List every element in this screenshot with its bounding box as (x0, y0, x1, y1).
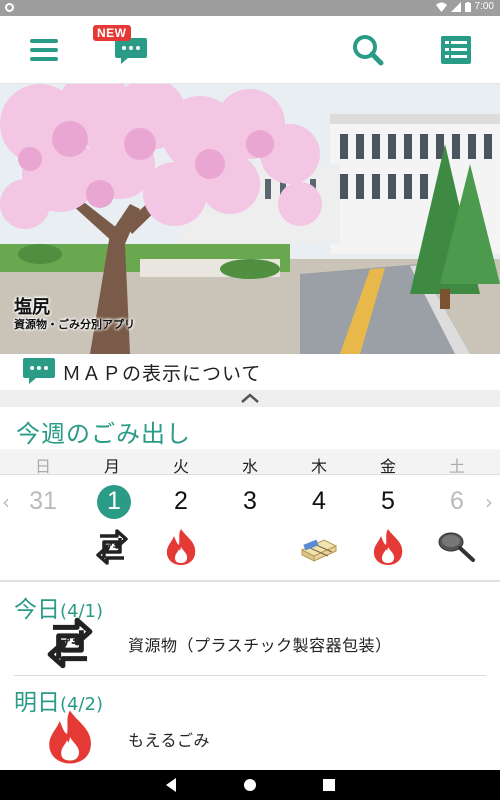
status-time: 7:00 (474, 1, 494, 12)
burnable-flame-icon (49, 710, 91, 764)
hero-title: 塩尻 (14, 297, 50, 318)
dow-mon: 月 (103, 457, 120, 476)
chat-bubble-icon (23, 358, 55, 384)
battery-icon (464, 1, 471, 12)
recents-icon[interactable] (322, 777, 336, 793)
fri-collection-icon[interactable] (368, 527, 408, 567)
date-cell[interactable]: 5 (368, 487, 408, 516)
map-notice-label: ＭＡＰの表示について (62, 363, 262, 385)
today-item-label[interactable]: 資源物（プラスチック製容器包装） (128, 632, 392, 656)
system-nav-bar (0, 770, 500, 800)
date-cell[interactable]: 3 (230, 487, 270, 516)
dow-wed: 水 (241, 457, 258, 476)
tomorrow-item-label[interactable]: もえるごみ (128, 727, 210, 751)
wifi-icon (435, 2, 447, 12)
mon-collection-icon[interactable]: プラ (92, 527, 132, 567)
tomorrow-item-icon[interactable] (40, 707, 100, 767)
section-divider (0, 580, 500, 582)
new-badge: NEW (93, 25, 131, 41)
dow-fri: 金 (379, 457, 396, 476)
row-divider (14, 675, 486, 676)
date-cell[interactable]: 31 (23, 487, 63, 516)
date-cell[interactable]: 6 (437, 487, 477, 516)
date-cell-today[interactable]: 1 (94, 487, 134, 516)
plastic-recycle-icon: プラ (96, 529, 128, 565)
search-icon (353, 35, 384, 66)
list-button[interactable] (426, 16, 486, 84)
day-of-week-row: 日 月 火 水 木 金 土 (0, 449, 500, 476)
dow-thu: 木 (310, 457, 327, 476)
prev-week-arrow[interactable]: ‹ (2, 490, 10, 514)
burnable-flame-icon (166, 529, 196, 565)
app-bar: NEW (0, 16, 500, 84)
collapse-handle[interactable] (0, 390, 500, 407)
signal-icon (450, 1, 461, 12)
frying-pan-icon (438, 532, 475, 562)
menu-button[interactable] (14, 16, 74, 84)
dow-tue: 火 (172, 457, 189, 476)
dow-sat: 土 (448, 457, 465, 476)
notification-dot-icon (5, 3, 14, 12)
sat-collection-icon[interactable] (437, 527, 477, 567)
search-button[interactable] (338, 16, 398, 84)
burnable-flame-icon (373, 529, 403, 565)
back-icon[interactable] (164, 777, 178, 793)
today-item-icon[interactable]: プラ (40, 613, 100, 673)
paper-bundle-icon (300, 539, 338, 562)
list-icon (441, 36, 471, 64)
status-bar: 7:00 (0, 0, 500, 16)
date-cell[interactable]: 2 (161, 487, 201, 516)
hamburger-menu-icon (30, 39, 58, 61)
home-icon[interactable] (243, 777, 257, 793)
date-cell[interactable]: 4 (299, 487, 339, 516)
week-title: 今週のごみ出し (16, 420, 191, 448)
plastic-recycle-icon: プラ (47, 617, 93, 669)
hero-title-block: 塩尻 資源物・ごみ分別アプリ (14, 298, 135, 332)
next-week-arrow[interactable]: › (485, 490, 493, 514)
chevron-up-icon (241, 393, 259, 403)
thu-collection-icon[interactable] (299, 527, 339, 567)
hero-subtitle: 資源物・ごみ分別アプリ (14, 318, 135, 331)
tue-collection-icon[interactable] (161, 527, 201, 567)
map-notice-link[interactable]: ＭＡＰの表示について (0, 354, 500, 390)
dow-sun: 日 (34, 457, 51, 476)
svg-text:プラ: プラ (102, 542, 122, 555)
svg-text:プラ: プラ (56, 637, 84, 654)
